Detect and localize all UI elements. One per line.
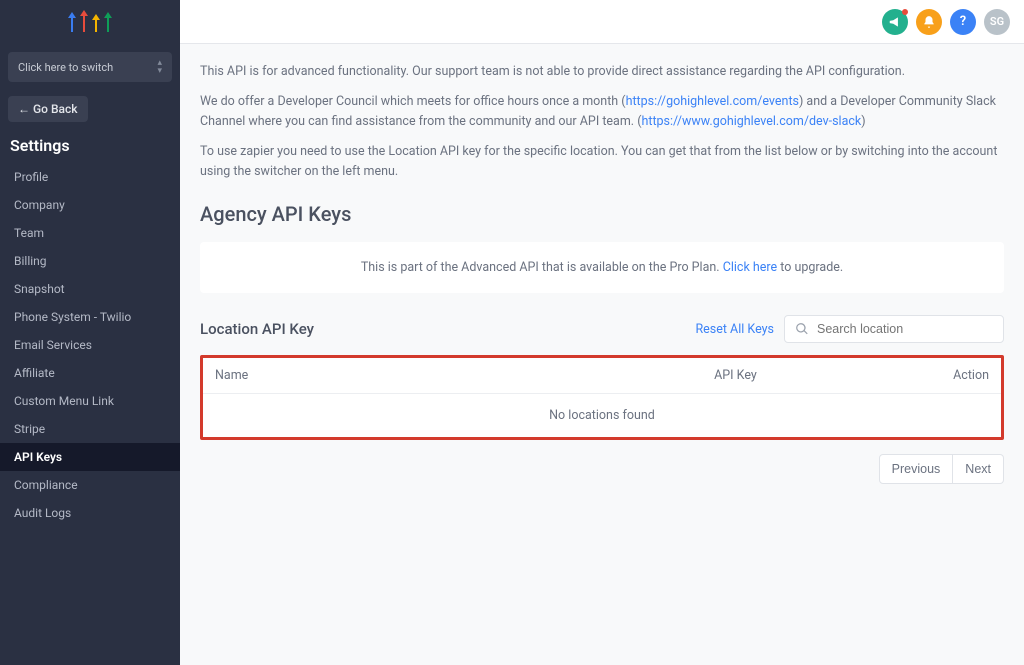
sidebar-item-custom-menu-link[interactable]: Custom Menu Link <box>0 387 180 415</box>
location-heading: Location API Key <box>200 320 314 338</box>
sidebar-item-company[interactable]: Company <box>0 191 180 219</box>
search-icon <box>795 322 809 336</box>
sidebar-item-team[interactable]: Team <box>0 219 180 247</box>
slack-link[interactable]: https://www.gohighlevel.com/dev-slack <box>641 114 861 129</box>
col-name: Name <box>215 368 562 383</box>
main: ? SG This API is for advanced functional… <box>180 0 1024 665</box>
sidebar-item-audit-logs[interactable]: Audit Logs <box>0 499 180 527</box>
arrow-up-green-icon <box>103 10 113 34</box>
switch-button[interactable]: Click here to switch ▴▾ <box>8 52 172 82</box>
bell-icon <box>922 15 936 29</box>
next-button[interactable]: Next <box>953 454 1004 484</box>
location-table: Name API Key Action No locations found <box>200 355 1004 440</box>
sidebar-section-title: Settings <box>0 132 180 163</box>
sidebar-item-profile[interactable]: Profile <box>0 163 180 191</box>
reset-all-keys-link[interactable]: Reset All Keys <box>695 322 774 337</box>
pager: Previous Next <box>200 454 1004 484</box>
go-back-label: Go Back <box>33 102 78 116</box>
sidebar-item-phone-system-twilio[interactable]: Phone System - Twilio <box>0 303 180 331</box>
avatar-initials: SG <box>990 15 1004 28</box>
sidebar-item-snapshot[interactable]: Snapshot <box>0 275 180 303</box>
sidebar-item-api-keys[interactable]: API Keys <box>0 443 180 471</box>
sidebar-item-billing[interactable]: Billing <box>0 247 180 275</box>
megaphone-icon <box>888 15 902 29</box>
intro-p2: We do offer a Developer Council which me… <box>200 92 1004 132</box>
arrow-up-red-icon <box>79 10 89 34</box>
table-header: Name API Key Action <box>203 358 1001 394</box>
go-back-button[interactable]: ← Go Back <box>8 96 88 122</box>
upgrade-notice: This is part of the Advanced API that is… <box>200 242 1004 293</box>
notification-dot-icon <box>902 9 908 15</box>
sidebar: Click here to switch ▴▾ ← Go Back Settin… <box>0 0 180 665</box>
intro-text: This API is for advanced functionality. … <box>200 62 1004 182</box>
sidebar-item-affiliate[interactable]: Affiliate <box>0 359 180 387</box>
arrow-up-blue-icon <box>67 10 77 34</box>
arrow-up-yellow-icon <box>91 10 101 34</box>
sidebar-nav: ProfileCompanyTeamBillingSnapshotPhone S… <box>0 163 180 527</box>
col-action: Action <box>909 368 989 383</box>
content: This API is for advanced functionality. … <box>180 44 1024 665</box>
agency-heading: Agency API Keys <box>200 202 1004 226</box>
intro-p1: This API is for advanced functionality. … <box>200 62 1004 82</box>
help-button[interactable]: ? <box>950 9 976 35</box>
announcements-button[interactable] <box>882 9 908 35</box>
search-input[interactable] <box>817 322 993 336</box>
question-icon: ? <box>960 14 966 29</box>
events-link[interactable]: https://gohighlevel.com/events <box>626 94 799 109</box>
avatar[interactable]: SG <box>984 9 1010 35</box>
logo <box>0 0 180 44</box>
topbar: ? SG <box>180 0 1024 44</box>
upgrade-link[interactable]: Click here <box>723 260 777 275</box>
arrow-left-icon: ← <box>18 102 33 116</box>
chevron-updown-icon: ▴▾ <box>157 59 162 75</box>
sidebar-item-stripe[interactable]: Stripe <box>0 415 180 443</box>
intro-p3: To use zapier you need to use the Locati… <box>200 142 1004 182</box>
sidebar-item-email-services[interactable]: Email Services <box>0 331 180 359</box>
search-input-wrap <box>784 315 1004 343</box>
switch-label: Click here to switch <box>18 61 113 74</box>
empty-state: No locations found <box>203 394 1001 437</box>
col-key: API Key <box>562 368 909 383</box>
notifications-button[interactable] <box>916 9 942 35</box>
previous-button[interactable]: Previous <box>879 454 954 484</box>
sidebar-item-compliance[interactable]: Compliance <box>0 471 180 499</box>
location-header-row: Location API Key Reset All Keys <box>200 315 1004 343</box>
